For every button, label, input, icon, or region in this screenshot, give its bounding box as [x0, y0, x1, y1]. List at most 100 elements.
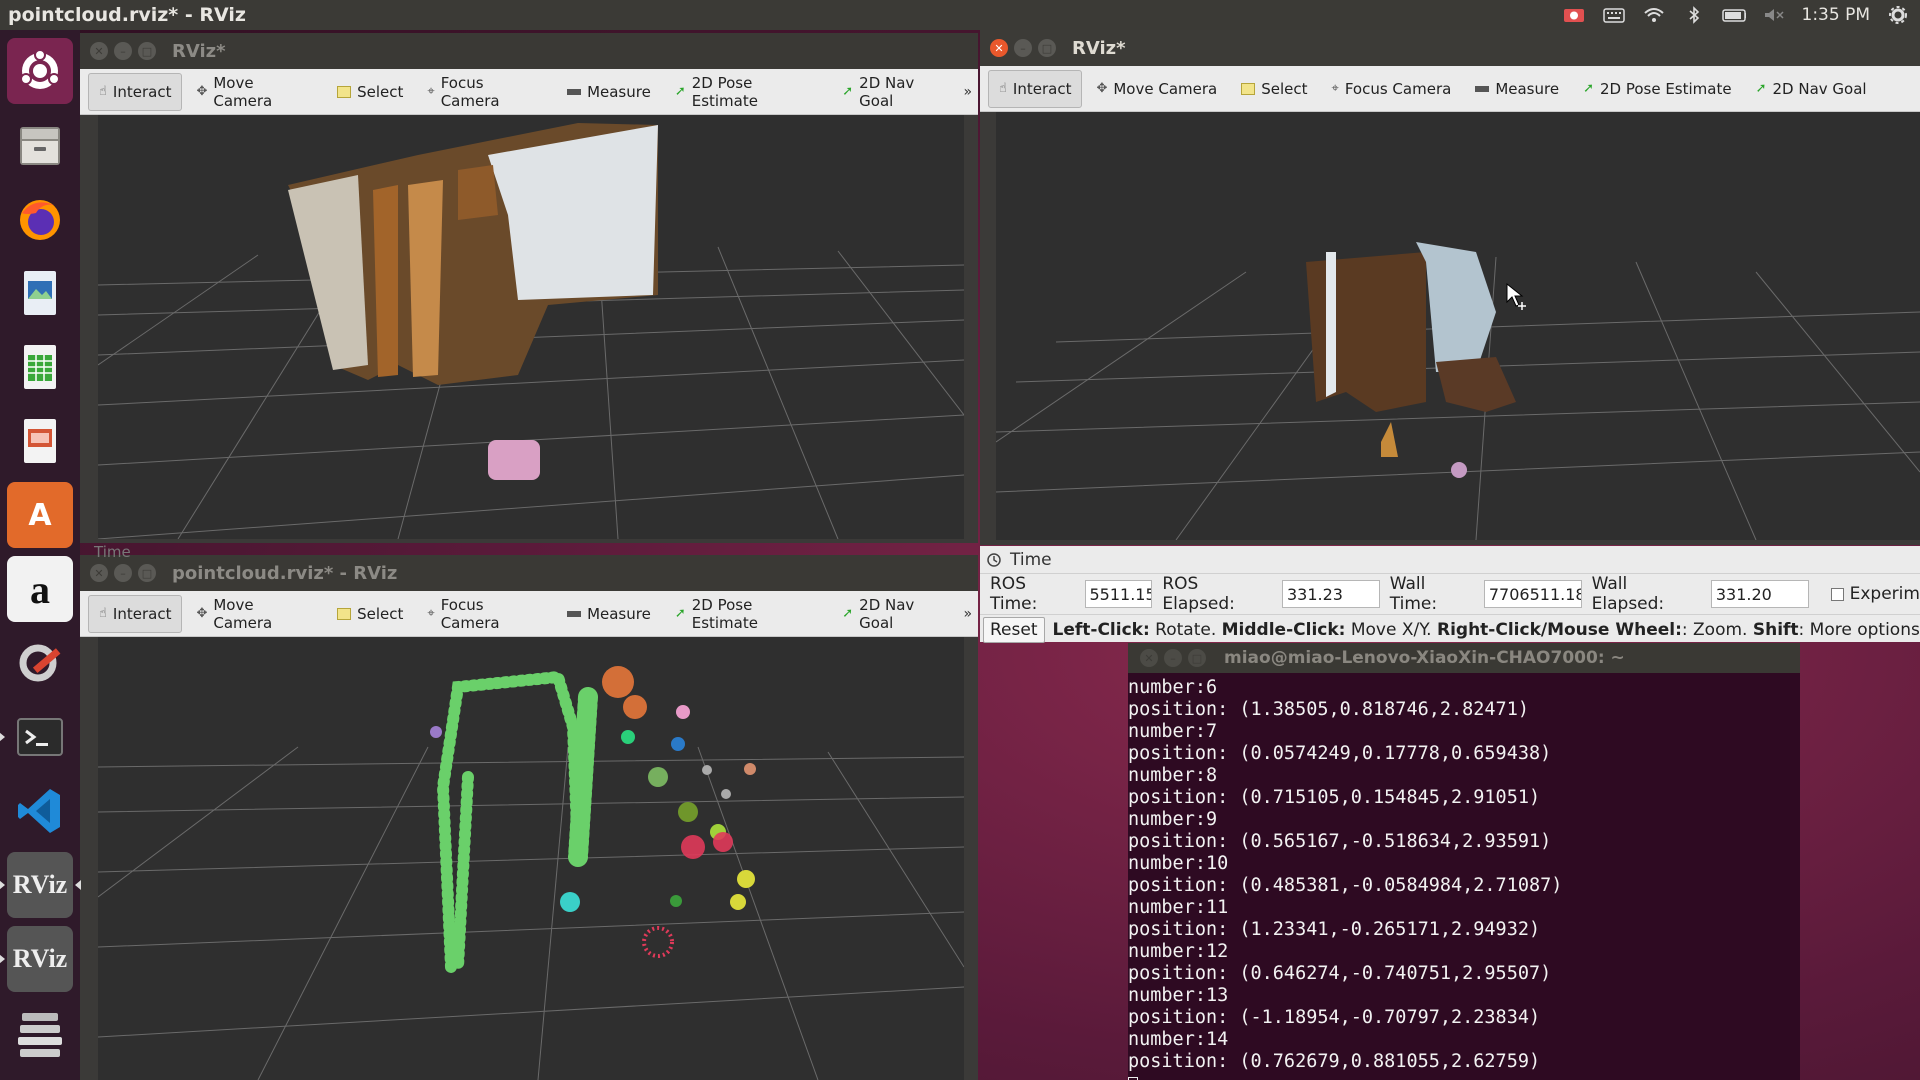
- close-icon[interactable]: ✕: [90, 564, 108, 582]
- launcher-system-settings[interactable]: [7, 630, 73, 696]
- tool-label: 2D Pose Estimate: [1599, 79, 1732, 98]
- nav-goal-tool-button[interactable]: ➚ 2D Nav Goal: [1746, 70, 1877, 108]
- volume-muted-icon[interactable]: [1762, 6, 1786, 24]
- focus-camera-tool-button[interactable]: ⌖ Focus Camera: [417, 595, 553, 633]
- select-icon: [1241, 82, 1256, 95]
- launcher-image-viewer[interactable]: [7, 260, 73, 326]
- interact-tool-button[interactable]: ☝ Interact: [988, 69, 1083, 108]
- maximize-icon[interactable]: □: [138, 42, 156, 60]
- window-title: RViz*: [172, 40, 226, 62]
- rviz-toolbar: ☝ Interact ✥ Move Camera Select ⌖ Focus Cam…: [980, 66, 1920, 112]
- ros-elapsed-field[interactable]: 331.23: [1281, 580, 1380, 608]
- terminal-line: number:7: [1128, 721, 1218, 742]
- minimize-icon[interactable]: –: [1014, 39, 1032, 57]
- select-icon: [337, 85, 352, 98]
- settings-gear-icon[interactable]: [1886, 6, 1910, 24]
- move-camera-tool-button[interactable]: ✥ Move Camera: [186, 73, 323, 111]
- wall-elapsed-field[interactable]: 331.20: [1710, 580, 1809, 608]
- vscode-icon: [18, 789, 60, 833]
- interact-tool-button[interactable]: ☝ Interact: [88, 594, 183, 633]
- nav-goal-tool-button[interactable]: ➚ 2D Nav Goal: [832, 73, 959, 111]
- terminal-line: number:6: [1128, 677, 1218, 698]
- keyboard-icon[interactable]: [1602, 6, 1626, 24]
- move-camera-tool-button[interactable]: ✥ Move Camera: [186, 595, 323, 633]
- left-dock-handle[interactable]: [980, 112, 994, 545]
- launcher-terminal[interactable]: [0, 704, 73, 770]
- ros-time-field[interactable]: 5511.15: [1084, 580, 1153, 608]
- maximize-icon[interactable]: □: [1038, 39, 1056, 57]
- left-dock-handle[interactable]: [80, 115, 96, 543]
- terminal-icon: [17, 718, 63, 756]
- firefox-icon: [20, 200, 60, 240]
- minimize-icon[interactable]: –: [1164, 649, 1182, 667]
- select-tool-button[interactable]: Select: [1231, 70, 1317, 108]
- close-icon[interactable]: ✕: [90, 42, 108, 60]
- minimize-icon[interactable]: –: [114, 564, 132, 582]
- bluetooth-icon[interactable]: [1682, 6, 1706, 24]
- focus-crosshair-icon: ⌖: [427, 606, 435, 621]
- tool-label: Interact: [1012, 79, 1072, 98]
- launcher-firefox[interactable]: [7, 186, 73, 252]
- pose-estimate-tool-button[interactable]: ➚ 2D Pose Estimate: [665, 595, 828, 633]
- toolbar-overflow-button[interactable]: »: [963, 84, 978, 100]
- select-tool-button[interactable]: Select: [327, 595, 413, 633]
- 3d-viewport[interactable]: [97, 115, 965, 540]
- maximize-icon[interactable]: □: [1188, 649, 1206, 667]
- tool-label: Move Camera: [213, 595, 273, 632]
- pose-estimate-tool-button[interactable]: ➚ 2D Pose Estimate: [665, 73, 828, 111]
- launcher-rviz-2[interactable]: RViz: [0, 926, 73, 992]
- experimental-checkbox[interactable]: [1830, 587, 1844, 601]
- launcher-files[interactable]: [7, 112, 73, 178]
- wifi-icon[interactable]: [1642, 6, 1666, 24]
- pointcloud-white-wall: [1416, 242, 1496, 372]
- 3d-viewport[interactable]: [995, 112, 1920, 541]
- nav-goal-tool-button[interactable]: ➚ 2D Nav Goal: [832, 595, 959, 633]
- focus-camera-tool-button[interactable]: ⌖ Focus Camera: [1322, 70, 1462, 108]
- pointcloud-bucket: [1451, 462, 1467, 478]
- move-camera-tool-button[interactable]: ✥ Move Camera: [1086, 70, 1227, 108]
- terminal-line: position: (1.38505,0.818746,2.82471): [1128, 699, 1529, 720]
- wall-time-field[interactable]: 7706511.18: [1483, 580, 1582, 608]
- battery-icon[interactable]: [1721, 6, 1746, 24]
- launcher: A a RViz RViz: [0, 30, 81, 1080]
- terminal-output[interactable]: number:6 position: (1.38505,0.818746,2.82…: [1128, 673, 1800, 1080]
- measure-tool-button[interactable]: Measure: [1465, 70, 1569, 108]
- focus-camera-tool-button[interactable]: ⌖ Focus Camera: [417, 73, 553, 111]
- interact-tool-button[interactable]: ☝ Interact: [88, 72, 183, 111]
- minimize-icon[interactable]: –: [114, 42, 132, 60]
- hint-shift: Shift: [1752, 619, 1799, 640]
- close-icon[interactable]: ✕: [1140, 649, 1158, 667]
- launcher-presentation[interactable]: [7, 408, 73, 474]
- launcher-amazon[interactable]: a: [7, 556, 73, 622]
- 3d-viewport[interactable]: [97, 637, 965, 1080]
- terminal-line: number:10: [1128, 853, 1229, 874]
- pointcloud-white-column: [1326, 252, 1336, 397]
- launcher-ubuntu-dash[interactable]: [7, 38, 73, 104]
- launcher-rviz-1[interactable]: RViz: [0, 852, 81, 918]
- clock[interactable]: 1:35 PM: [1802, 5, 1871, 25]
- maximize-icon[interactable]: □: [138, 564, 156, 582]
- measure-tool-button[interactable]: Measure: [557, 73, 661, 111]
- pose-estimate-tool-button[interactable]: ➚ 2D Pose Estimate: [1573, 70, 1742, 108]
- launcher-spreadsheet[interactable]: [7, 334, 73, 400]
- reset-button[interactable]: Reset: [983, 616, 1045, 643]
- system-tray: 1:35 PM: [1562, 0, 1911, 30]
- close-icon[interactable]: ✕: [990, 39, 1008, 57]
- hint-shift-desc: : More options.: [1798, 619, 1920, 640]
- measure-icon: [567, 88, 582, 95]
- window-title: RViz*: [1072, 37, 1126, 59]
- running-indicator: [0, 732, 5, 742]
- select-tool-button[interactable]: Select: [327, 73, 413, 111]
- cluster-green-right: [568, 687, 598, 867]
- record-icon[interactable]: [1562, 6, 1586, 24]
- spreadsheet-icon: [24, 345, 56, 389]
- toolbar-overflow-button[interactable]: »: [963, 606, 978, 622]
- launcher-vscode[interactable]: [7, 778, 73, 844]
- rviz-toolbar: ☝ Interact ✥ Move Camera Select ⌖ Focus Cam…: [80, 591, 978, 637]
- left-dock-handle[interactable]: [80, 637, 96, 1080]
- measure-tool-button[interactable]: Measure: [557, 595, 661, 633]
- launcher-software-center[interactable]: A: [7, 482, 73, 548]
- pointcloud-object: [1381, 422, 1398, 457]
- select-icon: [337, 607, 352, 620]
- launcher-workspaces[interactable]: [7, 1000, 73, 1066]
